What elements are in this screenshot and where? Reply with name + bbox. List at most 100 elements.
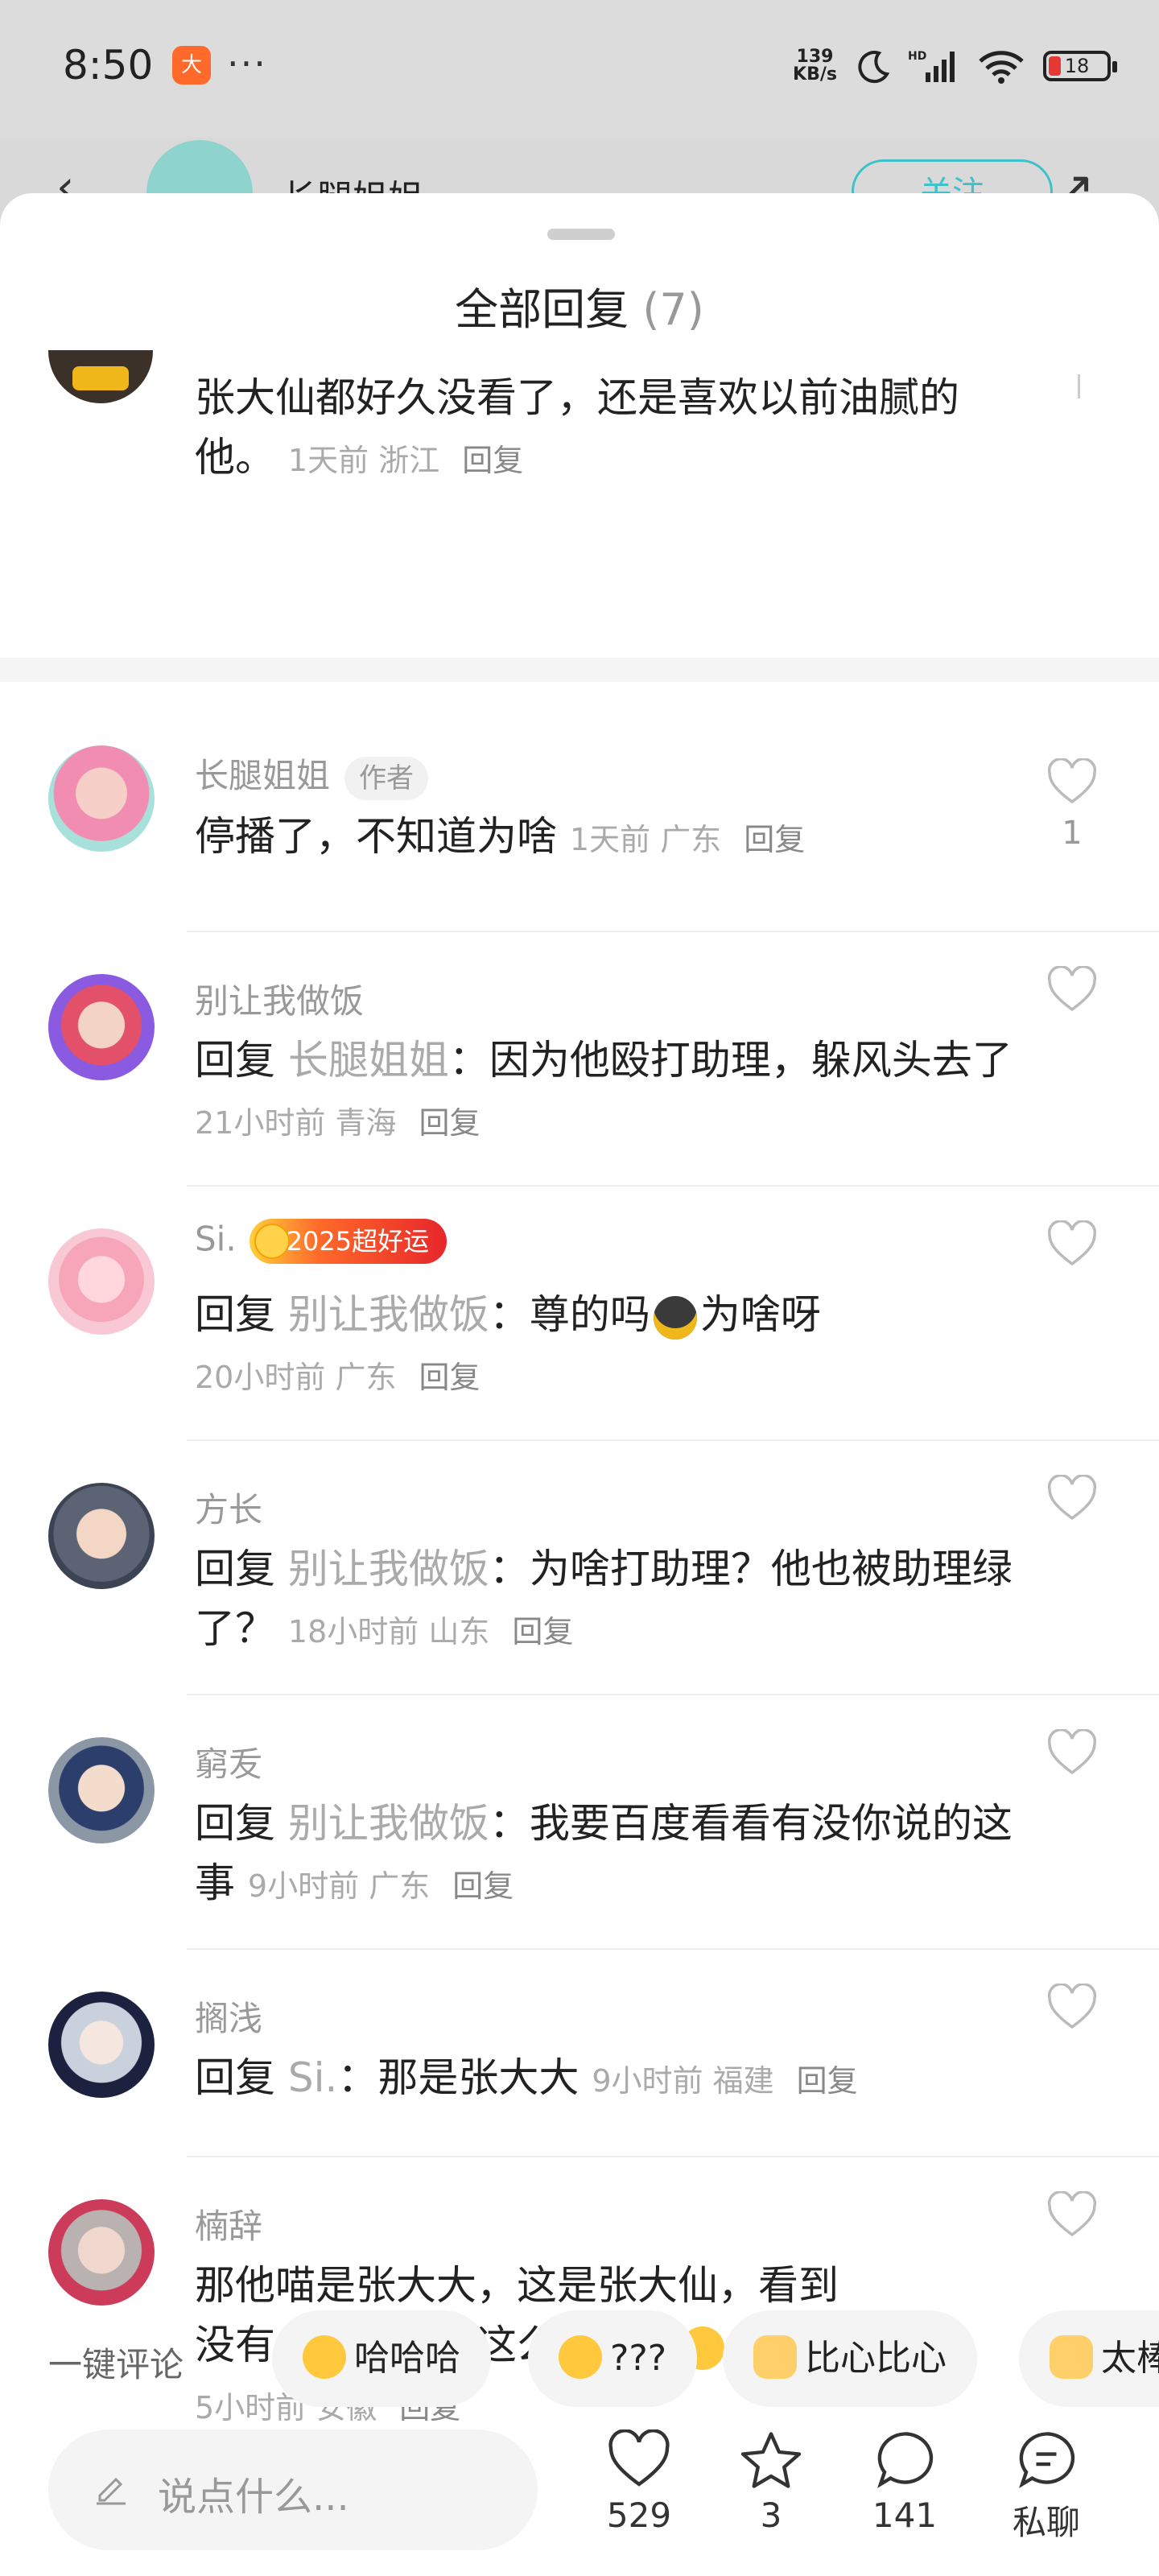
reply-button[interactable]: 回复 xyxy=(797,2063,858,2099)
moon-icon xyxy=(858,51,890,84)
like-heart-icon[interactable] xyxy=(1046,1475,1098,1523)
quick-comments-label: 一键评论 xyxy=(48,2345,184,2384)
divider xyxy=(187,1948,1159,1950)
comment-meta: 21小时前 青海 回复 xyxy=(195,1105,481,1141)
quick-chip-heart-hands[interactable]: 比心比心 xyxy=(723,2310,977,2407)
replies-sheet: 全部回复 (7) 张大仙都好久没看了，还是喜欢以前油腻的他。 1天前 浙江 回复 … xyxy=(0,193,1159,2576)
reply-to-user[interactable]: Si. xyxy=(288,2054,338,2101)
achievement-badge: 2025超好运 xyxy=(249,1219,448,1264)
reply-text: 回复 别让我做饭：我要百度看看有没你说的这事 9小时前 广东 回复 xyxy=(195,1800,1013,1906)
reply-to-user[interactable]: 别让我做饭 xyxy=(288,1291,489,1338)
comment-bubble-icon xyxy=(877,2432,934,2488)
like-heart-icon[interactable] xyxy=(1046,1984,1098,2032)
heart-icon xyxy=(608,2429,670,2487)
quick-chip-awesome[interactable]: 太棒 xyxy=(1019,2310,1159,2407)
reply-author[interactable]: 搁浅 xyxy=(195,1992,262,2041)
quick-chip-haha[interactable]: 哈哈哈 xyxy=(272,2310,491,2407)
reply-button[interactable]: 回复 xyxy=(744,822,805,857)
message-icon xyxy=(1019,2432,1075,2488)
like-heart-icon[interactable] xyxy=(1046,2191,1098,2240)
like-heart-icon[interactable] xyxy=(1046,966,1098,1014)
reply-author[interactable]: 方长 xyxy=(195,1483,262,1532)
avatar[interactable] xyxy=(48,974,155,1080)
more-notifications-icon: ··· xyxy=(227,42,267,85)
bottom-action-bar: 说点什么... 529 3 141 私聊 xyxy=(0,2429,1159,2574)
drag-handle[interactable] xyxy=(547,229,615,240)
reply-button[interactable]: 回复 xyxy=(512,1614,573,1649)
avatar[interactable] xyxy=(48,1228,155,1335)
reply-button[interactable]: 回复 xyxy=(462,443,523,478)
thinking-emoji-icon xyxy=(559,2335,602,2379)
quick-comments: 一键评论 哈哈哈 ??? 比心比心 太棒 xyxy=(0,2310,1159,2407)
pen-icon xyxy=(97,2477,126,2505)
avatar[interactable] xyxy=(48,1483,155,1589)
star-icon xyxy=(740,2432,802,2488)
reply-text: 回复 Si.：那是张大大 9小时前 福建 回复 xyxy=(195,2054,858,2101)
comment-meta: 1天前 广东 回复 xyxy=(569,822,806,857)
reply-text: 回复 别让我做饭：为啥打助理？他也被助理绿了？ 18小时前 山东 回复 xyxy=(195,1546,1013,1652)
divider xyxy=(187,1439,1159,1441)
private-message-label: 私聊 xyxy=(1012,2503,1080,2542)
reply-author[interactable]: Si. 2025超好运 xyxy=(195,1219,448,1264)
reply-author[interactable]: 窮叐 xyxy=(195,1737,262,1786)
divider xyxy=(187,1694,1159,1695)
reply-to-user[interactable]: 别让我做饭 xyxy=(288,1546,489,1592)
reply-button[interactable]: 回复 xyxy=(419,1105,480,1141)
comment-meta: 20小时前 广东 回复 xyxy=(195,1360,481,1395)
favorite-count: 3 xyxy=(760,2496,782,2535)
favorite-button[interactable]: 3 xyxy=(715,2429,827,2535)
avatar[interactable] xyxy=(48,1992,155,2098)
reply-author[interactable]: 长腿姐姐 作者 xyxy=(195,749,429,800)
status-bar: 8:50 大 ··· 139 KB/s HD 18 xyxy=(0,0,1159,137)
private-message-button[interactable]: 私聊 xyxy=(990,2429,1103,2545)
svg-text:HD: HD xyxy=(908,50,926,63)
like-heart-icon[interactable] xyxy=(1046,758,1098,807)
comment-meta: 18小时前 山东 回复 xyxy=(287,1614,574,1649)
like-heart-icon[interactable] xyxy=(1046,1220,1098,1269)
like-button[interactable]: 529 xyxy=(583,2429,695,2535)
quick-chip-question[interactable]: ??? xyxy=(528,2310,698,2407)
signal-icon: HD xyxy=(908,50,955,82)
thumbs-up-icon xyxy=(1050,2335,1093,2379)
like-count: 1 xyxy=(1062,815,1083,852)
reply-author[interactable]: 别让我做饭 xyxy=(195,974,364,1023)
app-notification-icon: 大 xyxy=(172,46,211,85)
comment-input[interactable]: 说点什么... xyxy=(48,2429,538,2550)
clock: 8:50 xyxy=(63,42,154,89)
comment-meta: 1天前 浙江 回复 xyxy=(287,443,524,478)
divider xyxy=(187,1185,1159,1187)
sheet-title: 全部回复 (7) xyxy=(455,284,704,335)
divider xyxy=(0,658,1159,682)
comment-count: 141 xyxy=(872,2496,938,2535)
penguin-emoji-icon xyxy=(653,1295,697,1340)
reply-button[interactable]: 回复 xyxy=(419,1360,480,1395)
avatar[interactable] xyxy=(48,2199,155,2306)
scrollbar xyxy=(1078,374,1080,398)
post-header: ‹ 长腿姐姐 关注 ↗ xyxy=(0,137,1159,246)
finger-heart-icon xyxy=(753,2335,797,2379)
laugh-emoji-icon xyxy=(303,2335,346,2379)
comment-button[interactable]: 141 xyxy=(848,2429,961,2535)
wifi-icon xyxy=(979,51,1024,84)
reply-author[interactable]: 楠辞 xyxy=(195,2199,262,2248)
avatar[interactable] xyxy=(48,1737,155,1843)
comment-text: 张大仙都好久没看了，还是喜欢以前油腻的他。 1天前 浙江 回复 xyxy=(195,374,959,481)
status-icons: 139 KB/s HD 18 xyxy=(793,42,1117,90)
divider xyxy=(187,931,1159,932)
author-tag: 作者 xyxy=(344,756,429,800)
avatar[interactable] xyxy=(48,745,155,852)
avatar[interactable] xyxy=(48,350,153,403)
net-speed: 139 KB/s xyxy=(793,47,837,85)
like-heart-icon[interactable] xyxy=(1046,1729,1098,1777)
reply-button[interactable]: 回复 xyxy=(452,1868,514,1904)
comment-meta: 9小时前 广东 回复 xyxy=(247,1868,514,1904)
divider xyxy=(187,2156,1159,2157)
comment-meta: 9小时前 福建 回复 xyxy=(592,2063,858,2099)
reply-text: 回复 长腿姐姐：因为他殴打助理，躲风头去了 21小时前 青海 回复 xyxy=(195,1037,1013,1141)
reply-to-user[interactable]: 长腿姐姐 xyxy=(288,1037,449,1084)
reply-text: 停播了，不知道为啥 1天前 广东 回复 xyxy=(195,813,806,860)
battery-icon: 18 xyxy=(1043,51,1117,81)
reply-to-user[interactable]: 别让我做饭 xyxy=(288,1800,489,1847)
parent-comment: 张大仙都好久没看了，还是喜欢以前油腻的他。 1天前 浙江 回复 xyxy=(0,342,1159,700)
reply-text: 回复 别让我做饭：尊的吗 为啥呀 20小时前 广东 回复 xyxy=(195,1291,821,1395)
